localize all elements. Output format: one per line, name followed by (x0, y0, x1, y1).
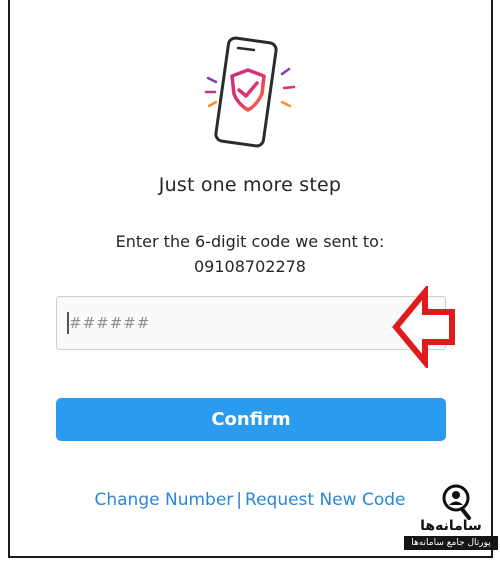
text-caret (67, 312, 69, 334)
watermark-logo: سامانه‌ها پورتال جامع سامانه‌ها (404, 478, 498, 562)
verification-code-input[interactable] (56, 296, 446, 350)
phone-shield-check-icon (204, 36, 296, 148)
link-separator: | (236, 490, 243, 510)
watermark-subtitle: پورتال جامع سامانه‌ها (404, 536, 498, 550)
instruction-text: Enter the 6-digit code we sent to: (115, 232, 385, 251)
phone-number: 09108702278 (194, 257, 306, 276)
change-number-link[interactable]: Change Number (95, 490, 234, 510)
watermark-title: سامانه‌ها (420, 518, 482, 534)
search-person-icon (442, 484, 471, 520)
instruction-block: Enter the 6-digit code we sent to: 09108… (0, 229, 500, 279)
request-new-code-link[interactable]: Request New Code (245, 490, 405, 510)
page-title: Just one more step (158, 174, 342, 196)
confirm-button[interactable]: Confirm (56, 398, 446, 441)
red-arrow-left-icon (392, 286, 455, 368)
